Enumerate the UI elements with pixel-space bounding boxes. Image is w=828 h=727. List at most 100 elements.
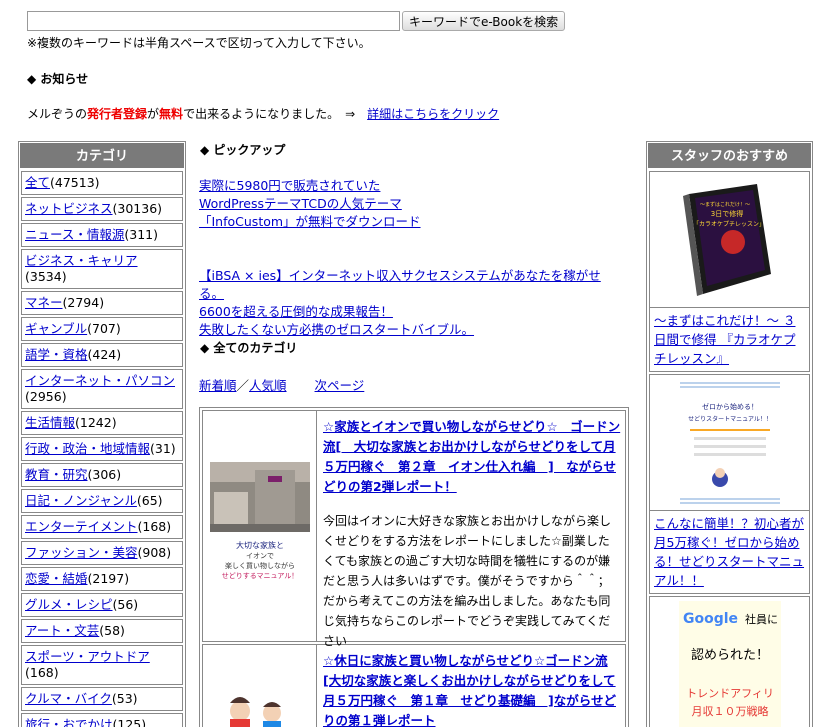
sedori-cover-text-2: せどりスタートマニュアル！！: [688, 415, 772, 423]
category-list: 全て(47513) ネットビジネス(30136) ニュース・情報源(311) ビジネス…: [19, 171, 185, 727]
ebook-row: ☆休日に家族と買い物しながらせどり☆ゴードン流[大切な家族と楽しくお出かけしなが…: [202, 644, 626, 727]
category-item: グルメ・レシピ(56): [21, 593, 183, 617]
staff-pick-link-karaoke[interactable]: 〜まずはこれだけ！〜 ３日間で修得 『カラオケプチレッスン』: [654, 313, 795, 366]
staff-pick-item: ゼロから始める！ せどりスタートマニュアル！！ こんなに簡単！？初心者が月5万稼…: [649, 374, 810, 594]
staff-pick-link-sedori[interactable]: こんなに簡単！？初心者が月5万稼ぐ！ゼロから始める！せどりスタートマニュアル！！: [654, 516, 804, 588]
category-item: マネー(2794): [21, 291, 183, 315]
category-count: (47513): [50, 175, 100, 190]
category-count: (908): [137, 545, 172, 560]
category-link[interactable]: 語学・資格: [25, 347, 88, 362]
ebook-title-link[interactable]: ☆休日に家族と買い物しながらせどり☆ゴードン流[大切な家族と楽しくお出かけしなが…: [323, 653, 616, 727]
category-count: (1242): [75, 415, 117, 430]
pickup-link-1c[interactable]: 「InfoCustom」が無料でダウンロード: [199, 214, 421, 229]
category-link[interactable]: ニュース・情報源: [25, 227, 124, 242]
ebook-thumbnail[interactable]: 大切な家族と イオンで 楽しく買い物しながら せどりするマニュアル！: [203, 411, 317, 641]
search-input[interactable]: [27, 11, 400, 31]
category-count: (125): [112, 717, 147, 727]
category-item: ファッション・美容(908): [21, 541, 183, 565]
category-count: (53): [111, 691, 138, 706]
notice-highlight-register: 発行者登録: [87, 107, 148, 121]
staff-pick-item: 〜まずはこれだけ！〜 3日で修得 「カラオケプチレッスン」 〜まずはこれだけ！〜…: [649, 171, 810, 372]
google-cover-text-3: 認められた！: [690, 647, 768, 663]
ebook-cover-text-4: せどりするマニュアル！: [221, 572, 298, 580]
category-item: 行政・政治・地域情報(31): [21, 437, 183, 461]
notice-text-mid: が: [147, 107, 160, 121]
category-count: (65): [136, 493, 163, 508]
category-link[interactable]: ギャンブル: [25, 321, 87, 336]
category-item: 生活情報(1242): [21, 411, 183, 435]
category-link[interactable]: 生活情報: [25, 415, 75, 430]
staff-picks-sidebar: スタッフのおすすめ 〜まずはこれだけ！〜 3日で修得 「カラオケプチレッスン」 …: [646, 141, 813, 727]
next-page-link[interactable]: 次ページ: [315, 378, 365, 393]
notice-text-after: で出来るようになりました。 ⇒: [183, 107, 356, 121]
ebook-cover-text-2: イオンで: [246, 552, 274, 560]
sedori-cover-text-1: ゼロから始める！: [702, 402, 758, 411]
category-link[interactable]: 教育・研究: [25, 467, 88, 482]
category-link[interactable]: スポーツ・アウトドア: [25, 649, 150, 664]
ebook-title-link[interactable]: ☆家族とイオンで買い物しながらせどり☆ ゴードン流[ 大切な家族とお出かけしなが…: [323, 419, 620, 494]
category-count: (311): [124, 227, 159, 242]
google-cover-text-4: トレンドアフィリ: [686, 687, 774, 700]
category-item: 全て(47513): [21, 171, 183, 195]
category-link[interactable]: 行政・政治・地域情報: [25, 441, 150, 456]
category-link[interactable]: エンターテイメント: [25, 519, 138, 534]
category-count: (56): [112, 597, 139, 612]
staff-picks-header: スタッフのおすすめ: [647, 142, 812, 169]
pickup-link-1b[interactable]: WordPressテーマTCDの人気テーマ: [199, 196, 402, 211]
category-link[interactable]: 恋愛・結婚: [25, 571, 88, 586]
pickup-heading: ◆ ピックアップ: [200, 143, 286, 157]
category-link[interactable]: マネー: [25, 295, 63, 310]
category-count: (30136): [112, 201, 163, 216]
sort-row: 新着順／人気順 次ページ: [199, 375, 364, 394]
category-item: インターネット・パソコン(2956): [21, 369, 183, 409]
pickup-link-2b[interactable]: 6600を超える圧倒的な成果報告！: [199, 304, 393, 319]
category-header: カテゴリ: [19, 142, 185, 169]
search-button[interactable]: キーワードでe-Bookを検索: [402, 11, 566, 31]
google-logo-text: Google: [683, 611, 738, 627]
karaoke-book-cover: 〜まずはこれだけ！〜 3日で修得 「カラオケプチレッスン」: [682, 183, 771, 296]
sort-popular-link[interactable]: 人気順: [249, 378, 287, 393]
category-item: クルマ・バイク(53): [21, 687, 183, 711]
ebook-cover-text-1: 大切な家族と: [236, 540, 284, 550]
pickup-link-2a[interactable]: 【iBSA × ies】インターネット収入サクセスシステムがあなたを稼がせる。: [199, 268, 601, 301]
ebook-description: 今回はイオンに大好きな家族とお出かけしながら楽しくせどりをする方法をレポートにし…: [323, 514, 612, 648]
notice-text-before: メルぞうの: [27, 107, 88, 121]
sort-new-link[interactable]: 新着順: [199, 378, 237, 393]
staff-pick-image[interactable]: 〜まずはこれだけ！〜 3日で修得 「カラオケプチレッスン」: [650, 172, 809, 308]
category-link[interactable]: 日記・ノンジャンル: [25, 493, 137, 508]
pickup-link-2c[interactable]: 失敗したくない方必携のゼロスタートバイブル。: [199, 322, 474, 337]
category-link[interactable]: ファッション・美容: [25, 545, 138, 560]
search-note: ※複数のキーワードは半角スペースで区切って入力して下さい。: [27, 36, 371, 50]
category-sidebar: カテゴリ 全て(47513) ネットビジネス(30136) ニュース・情報源(311…: [18, 141, 186, 727]
notice-highlight-free: 無料: [159, 107, 184, 121]
ebook-body: ☆家族とイオンで買い物しながらせどり☆ ゴードン流[ 大切な家族とお出かけしなが…: [317, 411, 625, 648]
notice-heading: ◆ お知らせ: [27, 72, 89, 86]
sort-separator: ／: [236, 378, 250, 393]
category-link[interactable]: グルメ・レシピ: [25, 597, 113, 612]
google-cover-text-5: 月収１０万戦略: [691, 704, 768, 718]
category-item: 語学・資格(424): [21, 343, 183, 367]
category-item: ネットビジネス(30136): [21, 197, 183, 221]
category-link[interactable]: ビジネス・キャリア: [25, 253, 138, 268]
category-link[interactable]: ネットビジネス: [25, 201, 113, 216]
category-link[interactable]: クルマ・バイク: [25, 691, 112, 706]
google-cover-text-2: 社員に: [745, 612, 778, 626]
category-link[interactable]: 旅行・おでかけ: [25, 717, 113, 727]
all-categories-heading: ◆ 全てのカテゴリ: [200, 341, 298, 355]
category-link[interactable]: 全て: [25, 175, 50, 190]
staff-pick-image[interactable]: ゼロから始める！ せどりスタートマニュアル！！: [650, 375, 809, 511]
ebook-cover-text-3: 楽しく買い物しながら: [225, 561, 295, 570]
category-count: (31): [150, 441, 176, 456]
staff-pick-item: Google 社員に 認められた！ トレンドアフィリ 月収１０万戦略: [649, 596, 810, 727]
category-count: (2794): [62, 295, 105, 310]
category-count: (168): [137, 519, 172, 534]
karaoke-cover-text-3: 「カラオケプチレッスン」: [692, 221, 764, 228]
ebook-thumbnail[interactable]: [203, 645, 317, 727]
category-count: (58): [99, 623, 125, 638]
notice-details-link[interactable]: 詳細はこちらをクリック: [367, 107, 499, 121]
staff-pick-image[interactable]: Google 社員に 認められた！ トレンドアフィリ 月収１０万戦略: [650, 597, 809, 727]
category-link[interactable]: インターネット・パソコン: [25, 373, 175, 388]
category-link[interactable]: アート・文芸: [25, 623, 99, 638]
pickup-link-1a[interactable]: 実際に5980円で販売されていた: [199, 178, 380, 193]
category-count: (424): [87, 347, 122, 362]
